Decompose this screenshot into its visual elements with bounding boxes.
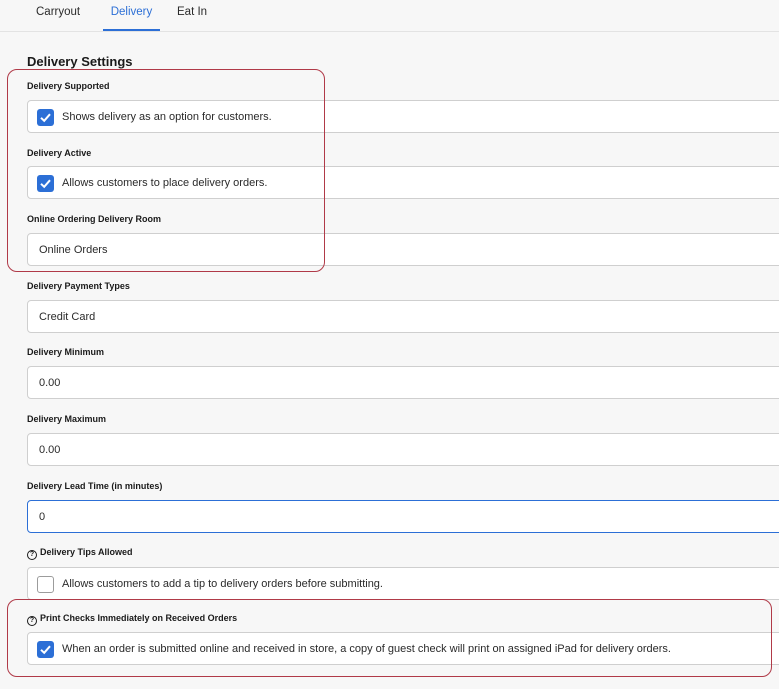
tips-allowed-label-text: Delivery Tips Allowed: [40, 547, 133, 557]
delivery-maximum-input[interactable]: 0.00: [27, 433, 779, 466]
online-ordering-room-value: Online Orders: [39, 244, 108, 256]
tab-carryout[interactable]: Carryout: [36, 5, 88, 31]
tips-allowed-field[interactable]: Allows customers to add a tip to deliver…: [27, 567, 779, 600]
tab-delivery[interactable]: Delivery: [103, 5, 160, 31]
tab-eat-in[interactable]: Eat In: [177, 5, 217, 31]
help-icon[interactable]: ?: [27, 616, 37, 626]
print-checks-field[interactable]: When an order is submitted online and re…: [27, 632, 779, 665]
tips-allowed-label: ? Delivery Tips Allowed: [27, 547, 133, 560]
print-checks-checkbox[interactable]: [37, 641, 54, 658]
delivery-supported-text: Shows delivery as an option for customer…: [62, 111, 272, 123]
checkmark-icon: [40, 645, 51, 655]
delivery-supported-label: Delivery Supported: [27, 81, 110, 91]
delivery-maximum-label: Delivery Maximum: [27, 414, 107, 424]
payment-types-label: Delivery Payment Types: [27, 281, 130, 291]
help-icon[interactable]: ?: [27, 550, 37, 560]
order-type-tabs: Carryout Delivery Eat In: [0, 0, 779, 31]
checkmark-icon: [40, 113, 51, 123]
delivery-minimum-label: Delivery Minimum: [27, 347, 105, 357]
lead-time-value: 0: [39, 511, 46, 523]
payment-types-value: Credit Card: [39, 311, 96, 323]
online-ordering-room-label: Online Ordering Delivery Room: [27, 214, 162, 224]
payment-types-select[interactable]: Credit Card: [27, 300, 779, 333]
checkmark-icon: [40, 179, 51, 189]
tips-allowed-text: Allows customers to add a tip to deliver…: [62, 578, 383, 590]
online-ordering-room-select[interactable]: Online Orders: [27, 233, 779, 266]
delivery-minimum-value: 0.00: [39, 377, 61, 389]
delivery-minimum-input[interactable]: 0.00: [27, 366, 779, 399]
section-title: Delivery Settings: [27, 54, 133, 69]
print-checks-label-text: Print Checks Immediately on Received Ord…: [40, 613, 238, 623]
lead-time-input[interactable]: 0: [27, 500, 779, 533]
tabs-divider: [0, 31, 779, 32]
delivery-supported-checkbox[interactable]: [37, 109, 54, 126]
tips-allowed-checkbox[interactable]: [37, 576, 54, 593]
delivery-settings-page: Carryout Delivery Eat In Delivery Settin…: [0, 0, 779, 689]
lead-time-label: Delivery Lead Time (in minutes): [27, 481, 163, 491]
delivery-active-checkbox[interactable]: [37, 175, 54, 192]
delivery-active-field[interactable]: Allows customers to place delivery order…: [27, 166, 779, 199]
delivery-supported-field[interactable]: Shows delivery as an option for customer…: [27, 100, 779, 133]
print-checks-label: ? Print Checks Immediately on Received Or…: [27, 613, 237, 626]
print-checks-text: When an order is submitted online and re…: [62, 643, 671, 655]
delivery-maximum-value: 0.00: [39, 444, 61, 456]
delivery-active-label: Delivery Active: [27, 148, 92, 158]
delivery-active-text: Allows customers to place delivery order…: [62, 177, 268, 189]
